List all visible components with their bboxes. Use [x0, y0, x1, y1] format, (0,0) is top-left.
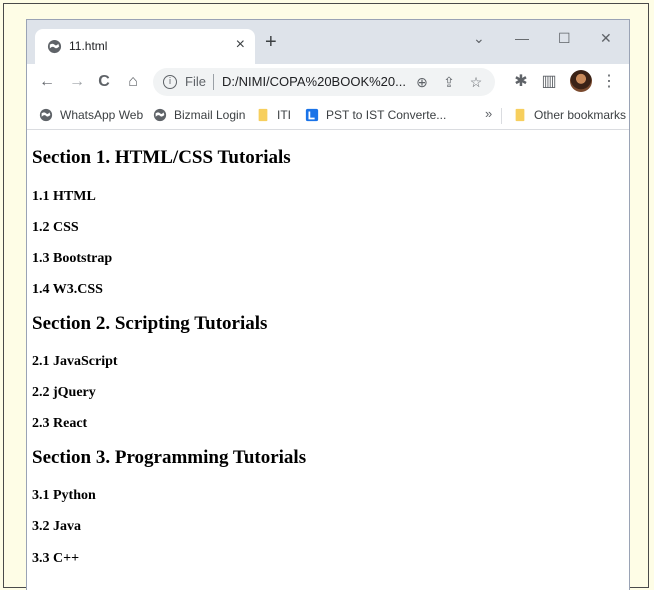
- section-2-heading: Section 2. Scripting Tutorials: [32, 313, 268, 334]
- bookmark-pst-to-ist[interactable]: PST to IST Converte...: [305, 106, 446, 124]
- section-1-item-3: 1.3 Bootstrap: [32, 251, 113, 266]
- bookmark-bizmail-login[interactable]: Bizmail Login: [153, 106, 245, 124]
- zoom-icon[interactable]: ⊕: [413, 73, 431, 91]
- tab-strip: 11.html × + ⌄ — ☐ ✕: [27, 20, 629, 64]
- bookmark-label: WhatsApp Web: [60, 108, 144, 122]
- section-2-item-2: 2.2 jQuery: [32, 385, 96, 400]
- section-3-item-2: 3.2 Java: [32, 519, 81, 534]
- bookmark-folder-iti[interactable]: ITI: [256, 106, 291, 124]
- bookmark-label: Other bookmarks: [534, 108, 627, 122]
- back-button[interactable]: ←: [37, 72, 57, 92]
- browser-window: 11.html × + ⌄ — ☐ ✕ ← → C ⌂ i File D:/NI…: [26, 19, 630, 590]
- home-button[interactable]: ⌂: [123, 72, 143, 92]
- reload-button[interactable]: C: [94, 72, 114, 92]
- section-3-heading: Section 3. Programming Tutorials: [32, 447, 307, 468]
- minimize-button[interactable]: —: [515, 30, 529, 46]
- extensions-icon[interactable]: ✱: [511, 72, 531, 92]
- info-icon[interactable]: i: [163, 75, 177, 89]
- section-3-item-1: 3.1 Python: [32, 488, 96, 503]
- section-3-item-3: 3.3 C++: [32, 551, 80, 566]
- section-1-item-2: 1.2 CSS: [32, 220, 79, 235]
- protocol-label: File: [185, 74, 206, 89]
- address-divider: [213, 74, 214, 90]
- globe-icon: [39, 108, 53, 121]
- page-content: Section 1. HTML/CSS Tutorials 1.1 HTML 1…: [27, 132, 629, 590]
- toolbar: ← → C ⌂ i File D:/NIMI/COPA%20BOOK%20...…: [27, 64, 629, 100]
- globe-icon: [153, 108, 167, 121]
- section-1-item-4: 1.4 W3.CSS: [32, 282, 103, 297]
- section-1-heading: Section 1. HTML/CSS Tutorials: [32, 147, 291, 168]
- bookmarks-bar: WhatsApp Web Bizmail Login ITI PST to IS…: [27, 100, 629, 130]
- tab-title: 11.html: [69, 39, 108, 53]
- address-bar[interactable]: i File D:/NIMI/COPA%20BOOK%20... ⊕ ⇪ ☆: [153, 68, 495, 96]
- blue-square-icon: [305, 108, 319, 121]
- tab-11-html[interactable]: 11.html ×: [35, 29, 255, 64]
- bookmark-label: Bizmail Login: [174, 108, 246, 122]
- bookmarks-overflow-icon[interactable]: »: [485, 106, 492, 121]
- folder-icon: [515, 108, 525, 121]
- close-window-button[interactable]: ✕: [600, 30, 612, 47]
- section-2-item-1: 2.1 JavaScript: [32, 354, 118, 369]
- side-panel-icon[interactable]: ▥: [539, 72, 559, 92]
- menu-icon[interactable]: ⋮: [599, 72, 619, 92]
- maximize-button[interactable]: ☐: [558, 30, 571, 47]
- section-2-item-3: 2.3 React: [32, 416, 88, 431]
- share-icon[interactable]: ⇪: [440, 73, 458, 91]
- new-tab-button[interactable]: +: [265, 32, 277, 52]
- folder-icon: [258, 108, 268, 121]
- globe-icon: [47, 39, 62, 54]
- tab-search-icon[interactable]: ⌄: [473, 30, 485, 47]
- forward-button[interactable]: →: [67, 72, 87, 92]
- bookmark-label: ITI: [277, 108, 291, 122]
- bookmark-other-bookmarks[interactable]: Other bookmarks: [513, 106, 626, 124]
- bookmark-whatsapp-web[interactable]: WhatsApp Web: [39, 106, 143, 124]
- bookmark-star-icon[interactable]: ☆: [467, 73, 485, 91]
- section-1-item-1: 1.1 HTML: [32, 189, 96, 204]
- bookmarks-divider: [501, 108, 502, 124]
- profile-avatar[interactable]: [570, 70, 592, 92]
- bookmark-label: PST to IST Converte...: [326, 108, 447, 122]
- tab-close-icon[interactable]: ×: [236, 36, 245, 54]
- url-text[interactable]: D:/NIMI/COPA%20BOOK%20...: [222, 74, 406, 89]
